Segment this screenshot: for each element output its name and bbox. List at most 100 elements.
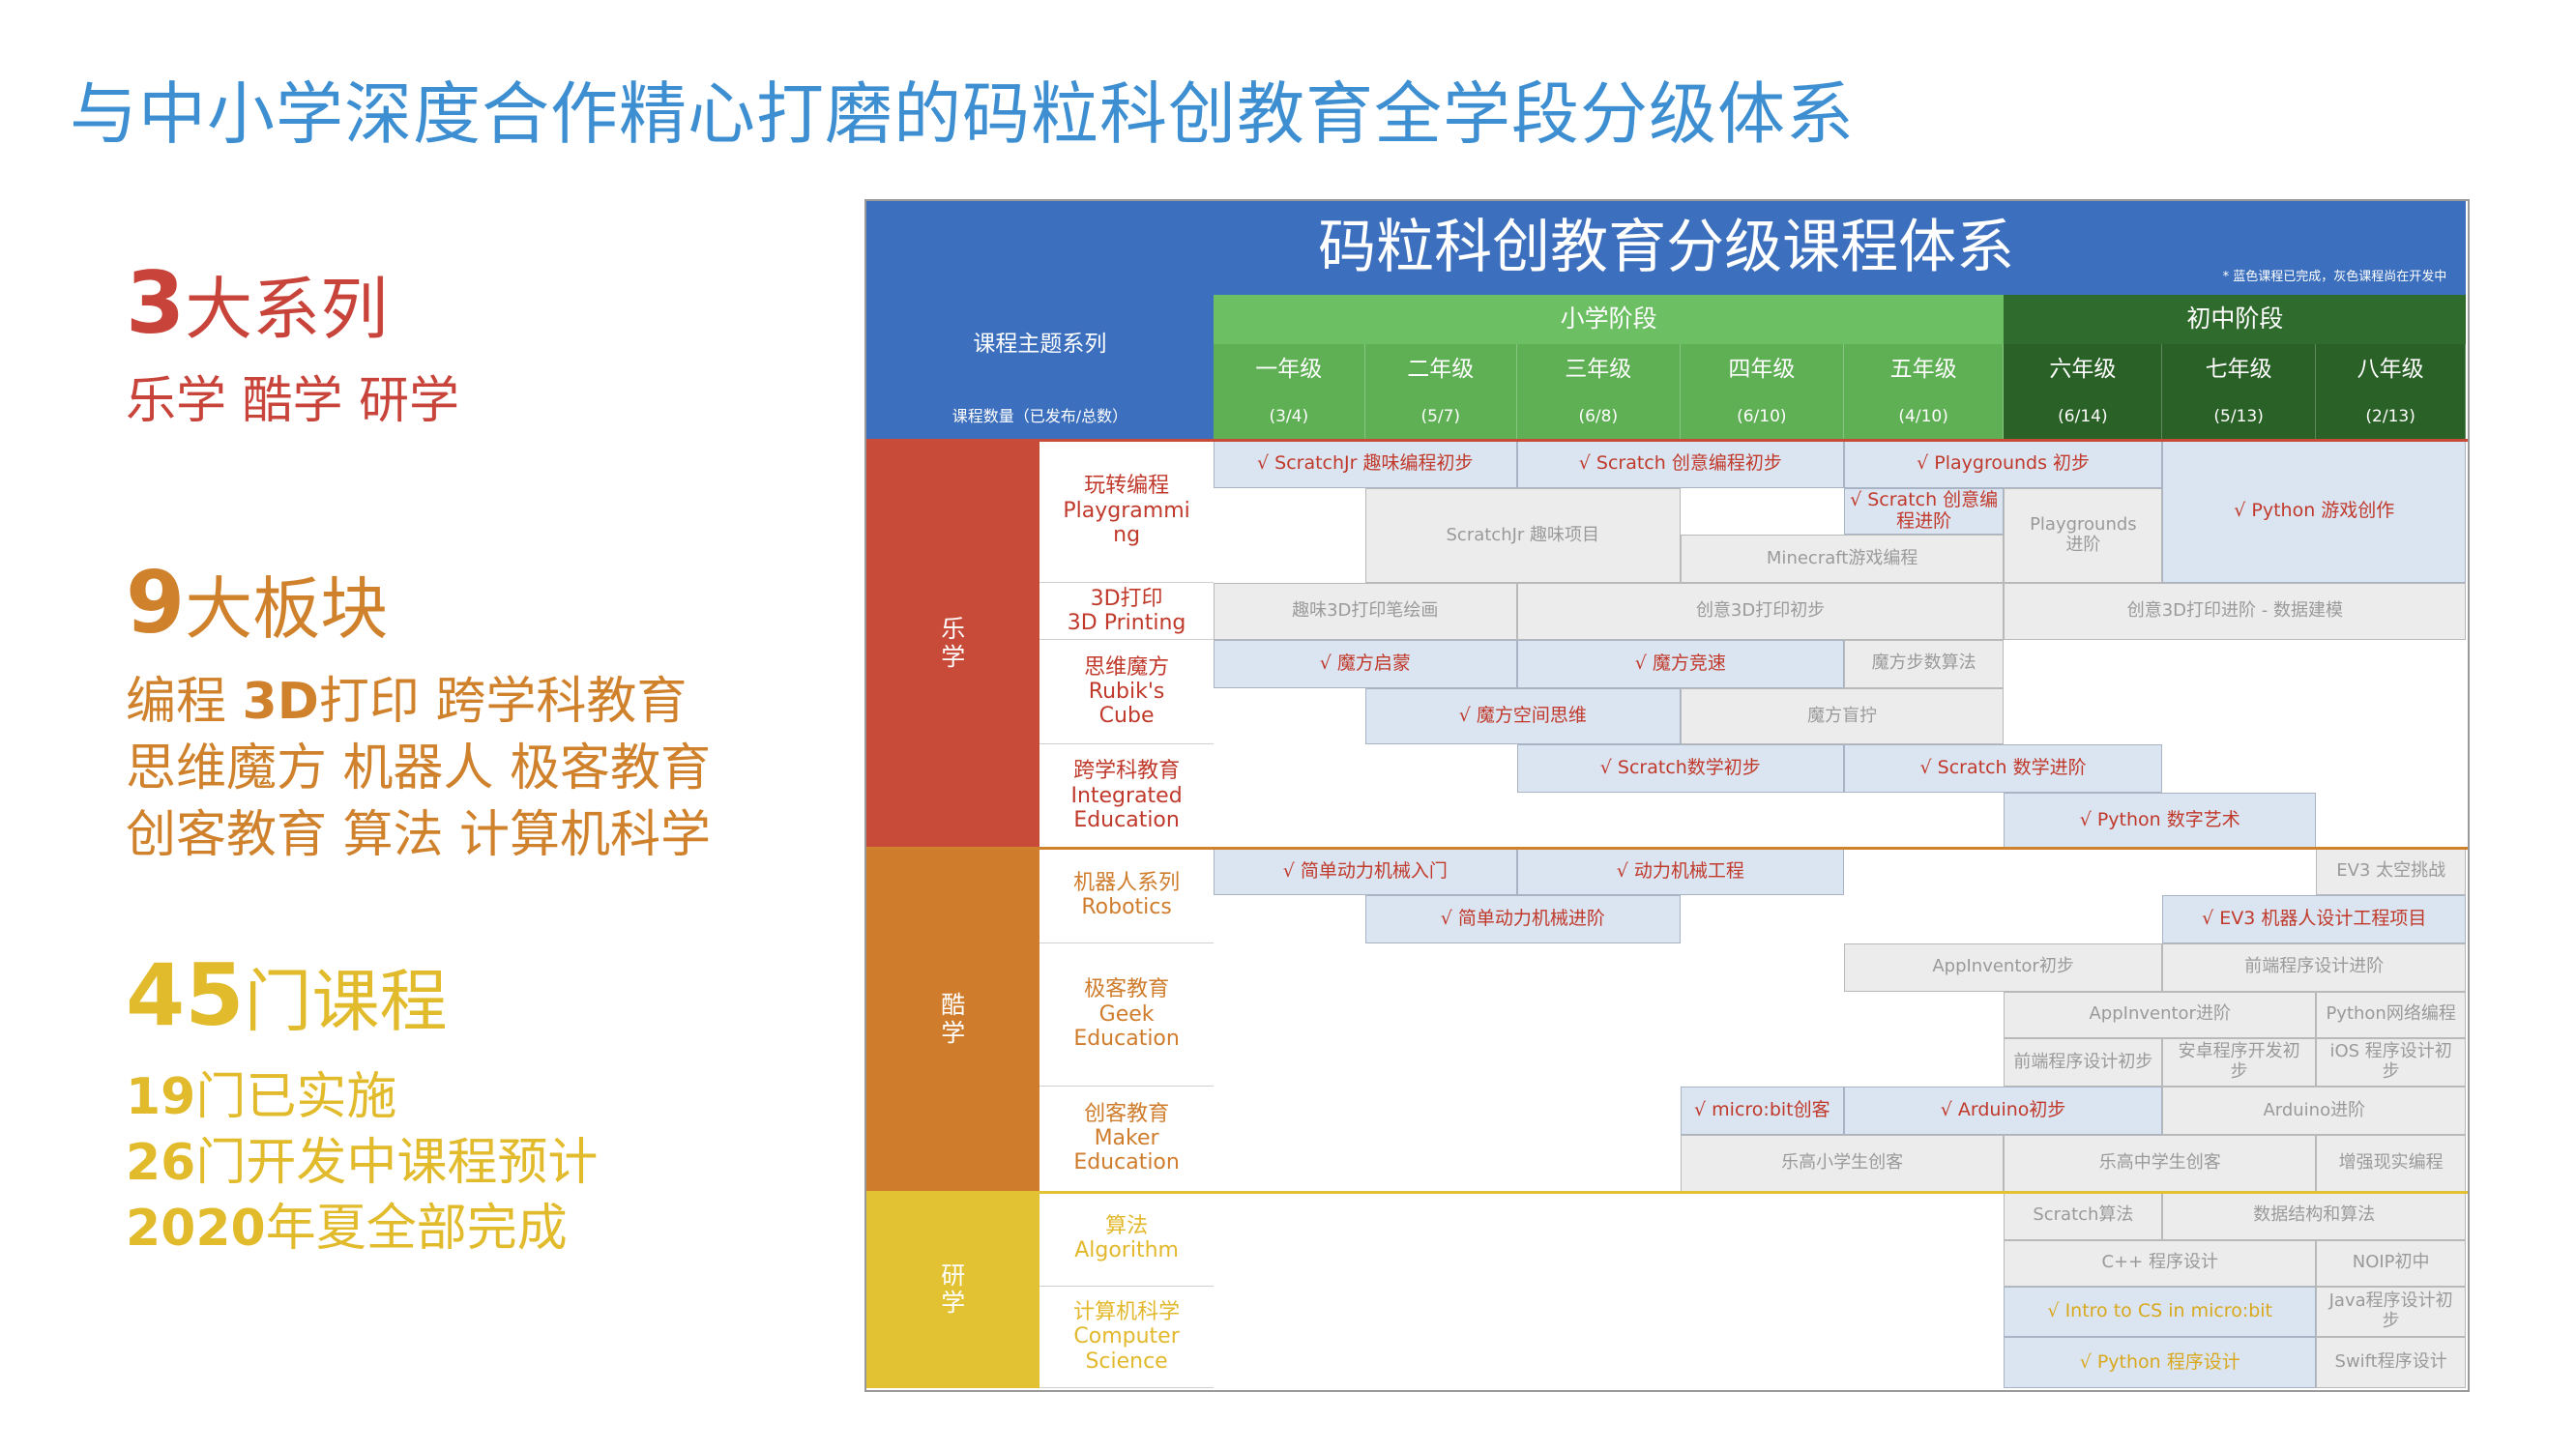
course-cell: √ 简单动力机械入门 — [1213, 848, 1517, 895]
course-cell: 乐高中学生创客 — [2004, 1135, 2316, 1192]
subject-label: 极客教育 Geek Education — [1039, 942, 1214, 1087]
curriculum-table: 码粒科创教育分级课程体系 * 蓝色课程已完成，灰色课程尚在开发中 课程主题系列 课程数… — [864, 199, 2470, 1392]
course-cell: √ 魔方启蒙 — [1213, 639, 1517, 688]
course-cell: √ Intro to CS in micro:bit — [2004, 1286, 2316, 1337]
subject-label: 算法 Algorithm — [1039, 1191, 1214, 1287]
subject-label: 3D打印 3D Printing — [1039, 583, 1214, 640]
course-cell: NOIP初中 — [2316, 1239, 2467, 1287]
courses-year-num: 2020 — [126, 1200, 266, 1258]
course-cell: 乐高小学生创客 — [1680, 1135, 2005, 1192]
course-cell: 前端程序设计进阶 — [2162, 942, 2467, 992]
grade-header: 五年级 — [1843, 344, 2005, 395]
blocks-line-1c: 打印 跨学科教育 — [318, 673, 688, 731]
course-cell: √ Scratch数学初步 — [1516, 744, 1844, 794]
course-cell: √ Scratch 创意编程进阶 — [1843, 487, 2005, 535]
course-cell: √ Playgrounds 初步 — [1843, 439, 2163, 488]
blocks-label: 大板块 — [185, 569, 389, 649]
course-cell: AppInventor初步 — [1843, 942, 2163, 992]
course-cell: 安卓程序开发初 步 — [2162, 1037, 2316, 1087]
course-cell: 创意3D打印进阶 - 数据建模 — [2004, 583, 2467, 640]
category-divider — [866, 438, 2468, 442]
course-cell: √ 魔方空间思维 — [1364, 687, 1681, 745]
course-cell: EV3 太空挑战 — [2316, 848, 2467, 895]
courses-dev-num: 26 — [126, 1134, 196, 1192]
courses-year: 2020年夏全部完成 — [126, 1187, 568, 1260]
course-cell: Python网络编程 — [2316, 991, 2467, 1038]
course-cell: √ 动力机械工程 — [1516, 848, 1844, 895]
count-header: 课程数量（已发布/总数） — [866, 394, 1214, 440]
course-cell: √ Arduino初步 — [1843, 1086, 2163, 1135]
count-cell: (6/8) — [1516, 394, 1681, 440]
blocks-line-1b: 3D — [242, 673, 319, 731]
subject-label: 思维魔方 Rubik's Cube — [1039, 639, 1214, 745]
course-cell: Playgrounds 进阶 — [2004, 487, 2163, 583]
course-cell: √ Python 数字艺术 — [2004, 793, 2316, 849]
stage-primary: 小学阶段 — [1213, 294, 2005, 345]
series-heading: 3大系列 — [126, 253, 388, 353]
subject-label: 创客教育 Maker Education — [1039, 1086, 1214, 1192]
count-cell: (2/13) — [2316, 394, 2467, 440]
grade-header: 七年级 — [2162, 344, 2316, 395]
course-cell: 魔方盲拧 — [1680, 687, 2005, 745]
table-title: 码粒科创教育分级课程体系 * 蓝色课程已完成，灰色课程尚在开发中 — [866, 201, 2467, 295]
blocks-line-1a: 编程 — [126, 673, 243, 731]
course-cell: Arduino进阶 — [2162, 1086, 2467, 1135]
course-cell: 数据结构和算法 — [2162, 1191, 2467, 1240]
grade-header: 六年级 — [2004, 344, 2163, 395]
category-divider — [866, 847, 2468, 851]
course-cell: AppInventor进阶 — [2004, 991, 2316, 1038]
grade-header: 一年级 — [1213, 344, 1365, 395]
course-cell: Java程序设计初 步 — [2316, 1286, 2467, 1337]
count-cell: (4/10) — [1843, 394, 2005, 440]
series-count: 3 — [126, 253, 186, 353]
course-cell: √ Scratch 创意编程初步 — [1516, 439, 1844, 488]
blocks-line-2: 思维魔方 机器人 极客教育 — [126, 740, 712, 798]
grade-header: 二年级 — [1364, 344, 1517, 395]
course-cell: C++ 程序设计 — [2004, 1239, 2316, 1287]
series-label: 大系列 — [185, 270, 389, 349]
count-cell: (5/7) — [1364, 394, 1517, 440]
course-cell: √ 魔方竞速 — [1516, 639, 1844, 688]
course-cell: 魔方步数算法 — [1843, 639, 2005, 688]
course-cell: √ micro:bit创客 — [1680, 1086, 1844, 1135]
grade-header: 四年级 — [1680, 344, 1844, 395]
course-cell: ScratchJr 趣味项目 — [1364, 487, 1681, 583]
course-cell: √ EV3 机器人设计工程项目 — [2162, 894, 2467, 943]
courses-label: 门课程 — [244, 962, 448, 1041]
blocks-line-1: 编程 3D打印 跨学科教育 — [126, 660, 687, 733]
course-cell: iOS 程序设计初 步 — [2316, 1037, 2467, 1087]
courses-done-num: 19 — [126, 1068, 196, 1126]
subject-label: 计算机科学 Computer Science — [1039, 1286, 1214, 1389]
count-cell: (5/13) — [2162, 394, 2316, 440]
grade-header: 三年级 — [1516, 344, 1681, 395]
course-cell: 创意3D打印初步 — [1516, 583, 2005, 640]
blocks-count: 9 — [126, 553, 186, 652]
category-label: 酷 学 — [866, 848, 1040, 1192]
courses-year-label: 年夏全部完成 — [265, 1200, 568, 1258]
course-cell: Minecraft游戏编程 — [1680, 535, 2005, 584]
count-cell: (6/10) — [1680, 394, 1844, 440]
blocks-heading: 9大板块 — [126, 553, 388, 652]
category-label: 乐 学 — [866, 439, 1040, 849]
course-cell: Scratch算法 — [2004, 1191, 2163, 1240]
course-cell: Swift程序设计 — [2316, 1336, 2467, 1389]
courses-done-label: 门已实施 — [195, 1068, 397, 1126]
course-cell: √ 简单动力机械进阶 — [1364, 894, 1681, 943]
count-cell: (3/4) — [1213, 394, 1365, 440]
subject-label: 跨学科教育 Integrated Education — [1039, 744, 1214, 849]
series-items: 乐学 酷学 研学 — [126, 372, 460, 430]
courses-dev-label: 门开发中课程预计 — [195, 1134, 599, 1192]
course-cell: 前端程序设计初步 — [2004, 1037, 2163, 1087]
grade-header: 八年级 — [2316, 344, 2467, 395]
blocks-line-3: 创客教育 算法 计算机科学 — [126, 806, 712, 864]
category-label: 研 学 — [866, 1191, 1040, 1389]
subject-label: 玩转编程 Playgrammi ng — [1039, 439, 1214, 584]
subject-label: 机器人系列 Robotics — [1039, 848, 1214, 943]
courses-count: 45 — [126, 945, 245, 1045]
course-cell: √ Scratch 数学进阶 — [1843, 744, 2163, 794]
course-cell: √ ScratchJr 趣味编程初步 — [1213, 439, 1517, 488]
table-legend-note: * 蓝色课程已完成，灰色课程尚在开发中 — [2222, 270, 2447, 284]
courses-dev: 26门开发中课程预计 — [126, 1121, 598, 1194]
course-cell: 增强现实编程 — [2316, 1135, 2467, 1192]
course-cell: 趣味3D打印笔绘画 — [1213, 583, 1517, 640]
